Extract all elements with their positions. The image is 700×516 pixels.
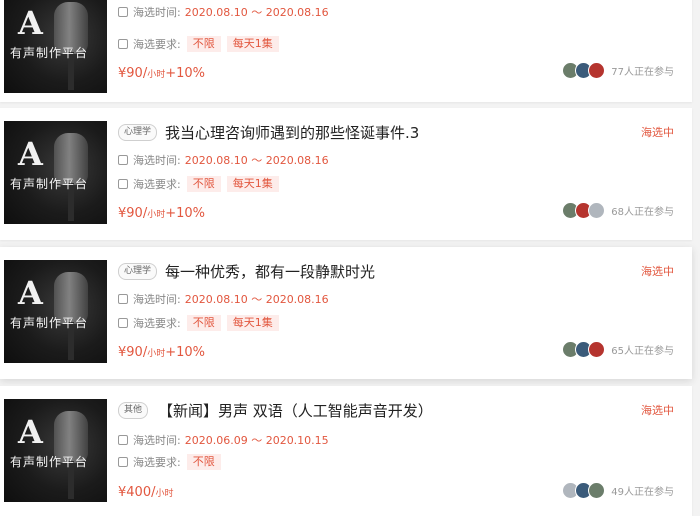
project-thumbnail: A 有声制作平台 [4, 399, 107, 502]
clock-icon [118, 294, 128, 304]
price: ¥90/小时+10% [118, 206, 205, 221]
requirement-tag: 每天1集 [226, 36, 279, 52]
status-badge: 海选中 [641, 126, 674, 139]
requirement-tag: 不限 [186, 176, 221, 192]
price-bonus: +10% [165, 66, 206, 81]
price: ¥90/小时+10% [118, 345, 205, 360]
logo-icon: A [18, 413, 43, 451]
price-bonus: +10% [165, 206, 206, 221]
clock-icon [118, 435, 128, 445]
category-tag: 心理学 [118, 124, 158, 141]
price-value: ¥90/ [118, 345, 148, 360]
price: ¥400/小时 [118, 485, 173, 500]
participants: 77人正在参与 [562, 62, 674, 79]
requirement-label: 海选要求: [133, 317, 181, 330]
thumbnail-text: 有声制作平台 [10, 46, 89, 60]
project-title[interactable]: 我当心理咨询师遇到的那些怪诞事件.3 [165, 122, 419, 143]
price: ¥90/小时+10% [118, 66, 205, 81]
participant-count: 77人正在参与 [611, 67, 674, 78]
project-card[interactable]: A 有声制作平台 心理学 每一种优秀，都有一段静默时光 海选中 海选时间: 20… [0, 247, 692, 379]
clock-icon [118, 7, 128, 17]
category-tag: 其他 [118, 402, 149, 419]
audition-time-value: 2020.06.09 ～ 2020.10.15 [184, 434, 329, 447]
avatar [588, 482, 606, 499]
requirement-icon [118, 457, 128, 467]
status-badge: 海选中 [641, 265, 674, 278]
audition-requirement: 海选要求: 不限 每天1集 [118, 315, 279, 331]
project-thumbnail: A 有声制作平台 [4, 121, 107, 224]
audition-time-label: 海选时间: [133, 434, 181, 447]
requirement-label: 海选要求: [133, 178, 181, 191]
participant-count: 49人正在参与 [611, 487, 674, 498]
audition-requirement: 海选要求: 不限 每天1集 [118, 176, 279, 192]
requirement-icon [118, 39, 128, 49]
avatar [588, 62, 606, 79]
audition-requirement: 海选要求: 不限 [118, 454, 221, 470]
logo-icon: A [18, 135, 43, 173]
audition-time-label: 海选时间: [133, 6, 181, 19]
price-value: ¥400/ [118, 485, 156, 500]
audition-requirement: 海选要求: 不限 每天1集 [118, 36, 279, 52]
project-card[interactable]: A 有声制作平台 心理学 我当心理咨询师遇到的那些怪诞事件.3 海选中 海选时间… [0, 108, 692, 240]
avatar [588, 341, 606, 358]
requirement-tag: 不限 [186, 315, 221, 331]
requirement-tag: 不限 [186, 454, 221, 470]
price-value: ¥90/ [118, 206, 148, 221]
participants: 65人正在参与 [562, 341, 674, 358]
price-bonus: +10% [165, 345, 206, 360]
project-card[interactable]: A 有声制作平台 其他 【新闻】男声 双语（人工智能声音开发） 海选中 海选时间… [0, 386, 692, 516]
requirement-tag: 不限 [186, 36, 221, 52]
requirement-tag: 每天1集 [226, 176, 279, 192]
audition-time-value: 2020.08.10 ～ 2020.08.16 [184, 293, 329, 306]
requirement-label: 海选要求: [133, 38, 181, 51]
logo-icon: A [18, 274, 43, 312]
price-value: ¥90/ [118, 66, 148, 81]
participant-count: 68人正在参与 [611, 207, 674, 218]
status-badge: 海选中 [641, 404, 674, 417]
thumbnail-text: 有声制作平台 [10, 177, 89, 191]
audition-time: 海选时间: 2020.08.10 ～ 2020.08.16 [118, 4, 329, 20]
audition-time-value: 2020.08.10 ～ 2020.08.16 [184, 154, 329, 167]
thumbnail-text: 有声制作平台 [10, 316, 89, 330]
logo-icon: A [18, 4, 43, 42]
participant-count: 65人正在参与 [611, 346, 674, 357]
audition-time: 海选时间: 2020.08.10 ～ 2020.08.16 [118, 152, 329, 168]
audition-time: 海选时间: 2020.08.10 ～ 2020.08.16 [118, 291, 329, 307]
category-tag: 心理学 [118, 263, 158, 280]
audition-time-label: 海选时间: [133, 154, 181, 167]
project-thumbnail: A 有声制作平台 [4, 260, 107, 363]
requirement-icon [118, 318, 128, 328]
price-unit: 小时 [147, 210, 166, 220]
requirement-icon [118, 179, 128, 189]
project-thumbnail: A 有声制作平台 [4, 0, 107, 93]
requirement-tag: 每天1集 [226, 315, 279, 331]
project-card[interactable]: A 有声制作平台 海选时间: 2020.08.10 ～ 2020.08.16 海… [0, 0, 692, 102]
audition-time-value: 2020.08.10 ～ 2020.08.16 [184, 6, 329, 19]
project-title[interactable]: 【新闻】男声 双语（人工智能声音开发） [158, 400, 433, 421]
project-title[interactable]: 每一种优秀，都有一段静默时光 [165, 261, 375, 282]
thumbnail-text: 有声制作平台 [10, 455, 89, 469]
avatar [588, 202, 606, 219]
participants: 49人正在参与 [562, 482, 674, 499]
price-unit: 小时 [147, 70, 166, 80]
requirement-label: 海选要求: [133, 456, 181, 469]
participants: 68人正在参与 [562, 202, 674, 219]
clock-icon [118, 155, 128, 165]
price-unit: 小时 [155, 489, 174, 499]
audition-time: 海选时间: 2020.06.09 ～ 2020.10.15 [118, 432, 329, 448]
audition-time-label: 海选时间: [133, 293, 181, 306]
price-unit: 小时 [147, 349, 166, 359]
project-list: A 有声制作平台 海选时间: 2020.08.10 ～ 2020.08.16 海… [0, 0, 700, 516]
